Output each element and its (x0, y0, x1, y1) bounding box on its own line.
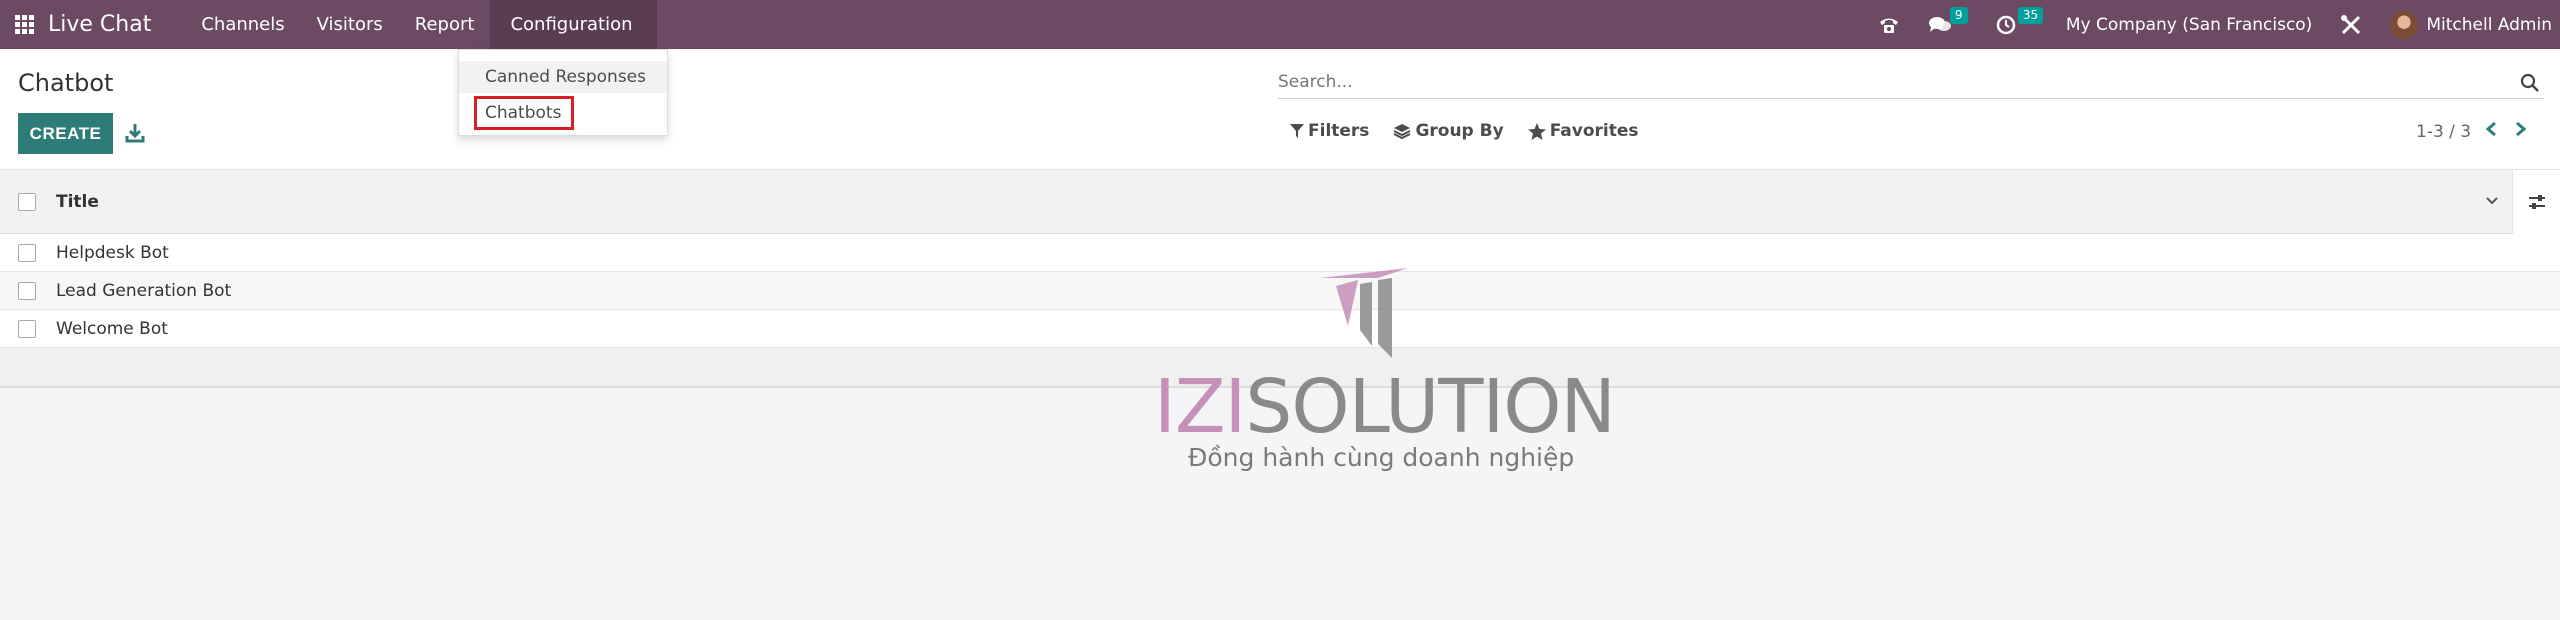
systray: 9 35 My Company (San Francisco) Mitchell… (1864, 0, 2560, 49)
table-row[interactable]: Lead Generation Bot (0, 272, 2560, 310)
select-all-checkbox[interactable] (18, 192, 36, 211)
table-row[interactable]: Welcome Bot (0, 310, 2560, 348)
menu-canned-responses[interactable]: Canned Responses (459, 61, 667, 93)
user-name: Mitchell Admin (2426, 14, 2552, 35)
debug-tools-icon[interactable] (2326, 0, 2376, 49)
row-checkbox[interactable] (18, 319, 36, 338)
search-options: Filters Group By Favorites (1290, 121, 1663, 141)
create-button[interactable]: CREATE (18, 113, 113, 154)
favorites-button[interactable]: Favorites (1527, 121, 1639, 141)
watermark-izi: IZI (1154, 364, 1246, 450)
filters-button[interactable]: Filters (1290, 121, 1369, 141)
row-title: Helpdesk Bot (56, 242, 169, 263)
layers-icon (1393, 124, 1411, 139)
activities-badge: 35 (2017, 7, 2044, 24)
top-navbar: Live Chat Channels Visitors Report Confi… (0, 0, 2560, 49)
menu-visitors[interactable]: Visitors (301, 0, 399, 49)
row-title: Lead Generation Bot (56, 280, 232, 301)
chevron-left-icon[interactable] (2485, 121, 2497, 142)
table-header: Title (0, 170, 2560, 234)
watermark-tagline: Đồng hành cùng doanh nghiệp (1188, 443, 1575, 472)
phone-icon[interactable] (1864, 0, 1914, 49)
page-title: Chatbot (18, 69, 114, 97)
search-bar (1278, 67, 2544, 99)
chatbot-list: Title Helpdesk Bot Lead Generation Bot W… (0, 170, 2560, 388)
chevron-down-icon[interactable] (2484, 192, 2500, 208)
star-icon (1527, 122, 1546, 140)
menu-report[interactable]: Report (399, 0, 491, 49)
row-title: Welcome Bot (56, 318, 168, 339)
groupby-button[interactable]: Group By (1393, 121, 1504, 141)
highlight-box (474, 96, 574, 130)
menu-configuration[interactable]: Configuration (490, 0, 657, 49)
filters-label: Filters (1308, 121, 1370, 141)
messages-icon[interactable]: 9 (1914, 0, 1982, 49)
control-panel: Chatbot CREATE Filters Group By Favorite… (0, 49, 2560, 170)
column-title[interactable]: Title (56, 192, 99, 212)
table-row[interactable]: Helpdesk Bot (0, 234, 2560, 272)
apps-menu-icon[interactable] (2, 0, 46, 49)
watermark-solution: SOLUTION (1245, 364, 1616, 450)
pager-value[interactable]: 1-3 / 3 (2416, 122, 2471, 142)
optional-columns-icon[interactable] (2512, 170, 2560, 234)
pager: 1-3 / 3 (2416, 121, 2527, 142)
search-icon[interactable] (2520, 73, 2540, 93)
avatar (2390, 10, 2419, 39)
download-icon[interactable] (125, 122, 145, 144)
user-menu[interactable]: Mitchell Admin (2376, 0, 2560, 49)
favorites-label: Favorites (1549, 121, 1639, 141)
app-title[interactable]: Live Chat (48, 12, 151, 37)
search-input[interactable] (1278, 67, 2478, 97)
filter-icon (1290, 124, 1304, 138)
messages-badge: 9 (1949, 7, 1968, 24)
watermark-logo (1318, 266, 1414, 362)
groupby-label: Group By (1415, 121, 1504, 141)
activities-icon[interactable]: 35 (1982, 0, 2052, 49)
row-checkbox[interactable] (18, 281, 36, 300)
company-switcher[interactable]: My Company (San Francisco) (2052, 0, 2326, 49)
watermark-text: IZISOLUTION (1154, 362, 1616, 452)
menu-channels[interactable]: Channels (185, 0, 300, 49)
row-checkbox[interactable] (18, 243, 36, 262)
chevron-right-icon[interactable] (2515, 121, 2527, 142)
